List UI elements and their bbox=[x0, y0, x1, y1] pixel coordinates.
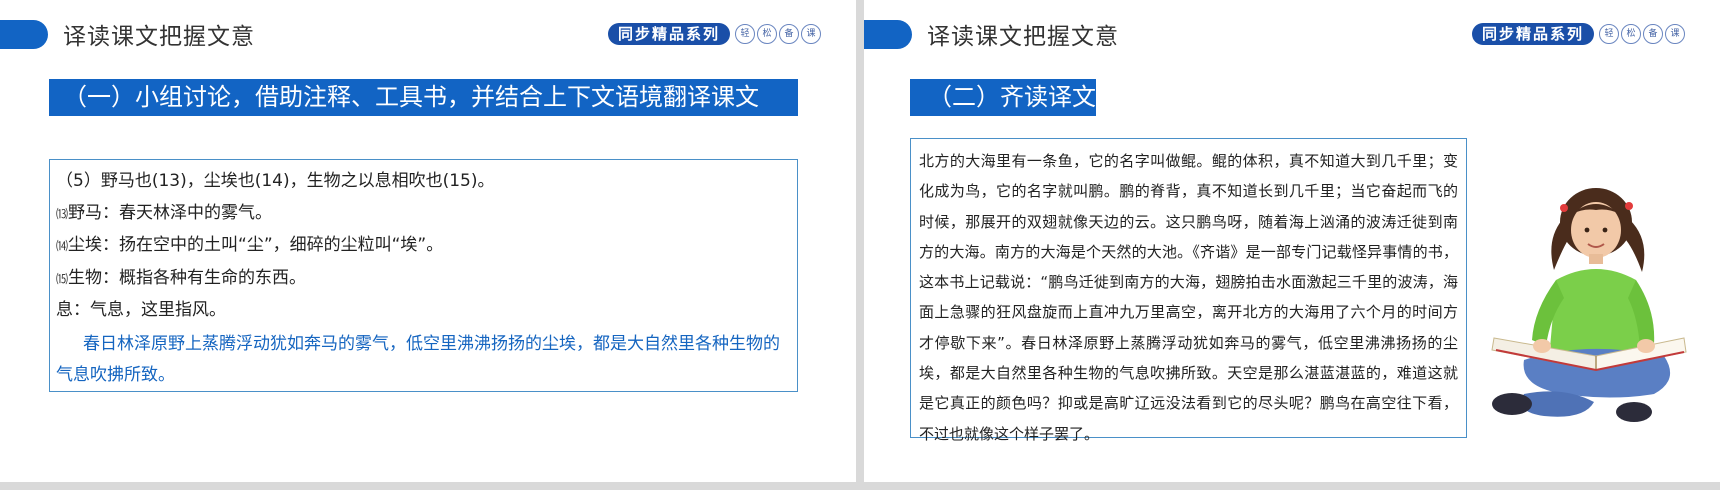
series-dots: 轻 松 备 课 bbox=[1597, 23, 1686, 44]
note-text: 尘埃：扬在空中的土叫“尘”，细碎的尘粒叫“埃”。 bbox=[68, 235, 444, 255]
slide-left: 译读课文把握文意 同步精品系列 轻 松 备 课 （一）小组讨论，借助注释、工具书… bbox=[0, 0, 856, 482]
translation-box: 北方的大海里有一条鱼，它的名字叫做鲲。鲲的体积，真不知道大到几千里；变化成为鸟，… bbox=[910, 138, 1467, 443]
slide-title: 译读课文把握文意 bbox=[63, 24, 255, 50]
reading-girl-illustration bbox=[1491, 188, 1687, 422]
source-sentence: （5）野马也(13)，尘埃也(14)，生物之以息相吹也(15)。 bbox=[56, 171, 495, 191]
slide-title: 译读课文把握文意 bbox=[927, 24, 1119, 50]
series-dot: 备 bbox=[779, 23, 800, 44]
annotation-box: （5）野马也(13)，尘埃也(14)，生物之以息相吹也(15)。 ⒀野马：春天林… bbox=[49, 159, 798, 392]
note-line: 息：气息，这里指风。 bbox=[56, 300, 226, 320]
series-dot: 课 bbox=[801, 23, 822, 44]
series-dot: 松 bbox=[1621, 23, 1642, 44]
note-text: 野马：春天林泽中的雾气。 bbox=[68, 202, 273, 223]
slide-right: 译读课文把握文意 同步精品系列 轻 松 备 课 （二）齐读译文 北方的大海里有一… bbox=[864, 0, 1720, 482]
note-number: ⒂ bbox=[56, 271, 69, 286]
series-dots: 轻 松 备 课 bbox=[733, 23, 822, 44]
series-label: 同步精品系列 bbox=[608, 22, 731, 45]
series-dot: 备 bbox=[1643, 23, 1664, 44]
note-number: ⒁ bbox=[56, 239, 69, 253]
note-line: ⒁尘埃：扬在空中的土叫“尘”，细碎的尘粒叫“埃”。 bbox=[56, 230, 797, 263]
series-dot: 轻 bbox=[1599, 23, 1620, 44]
series-dot: 松 bbox=[757, 23, 778, 44]
note-number: ⒀ bbox=[56, 206, 69, 221]
series-dot: 课 bbox=[1665, 23, 1686, 44]
translation-text: 春日林泽原野上蒸腾浮动犹如奔马的雾气，低空里沸沸扬扬的尘埃，都是大自然里各种生物… bbox=[56, 333, 780, 385]
section-heading: （二）齐读译文 bbox=[910, 79, 1096, 116]
title-marker bbox=[864, 20, 912, 49]
note-line: ⒀野马：春天林泽中的雾气。 bbox=[56, 198, 797, 231]
title-marker bbox=[0, 20, 48, 49]
series-badge: 同步精品系列 轻 松 备 课 bbox=[608, 21, 822, 46]
translation-paragraph: 北方的大海里有一条鱼，它的名字叫做鲲。鲲的体积，真不知道大到几千里；变化成为鸟，… bbox=[919, 152, 1458, 443]
series-dot: 轻 bbox=[735, 23, 756, 44]
section-heading: （一）小组讨论，借助注释、工具书，并结合上下文语境翻译课文 bbox=[49, 79, 798, 116]
note-line: ⒂生物：概指各种有生命的东西。 bbox=[56, 263, 797, 296]
series-badge: 同步精品系列 轻 松 备 课 bbox=[1472, 21, 1686, 46]
series-label: 同步精品系列 bbox=[1472, 22, 1595, 45]
note-text: 生物：概指各种有生命的东西。 bbox=[68, 267, 307, 288]
